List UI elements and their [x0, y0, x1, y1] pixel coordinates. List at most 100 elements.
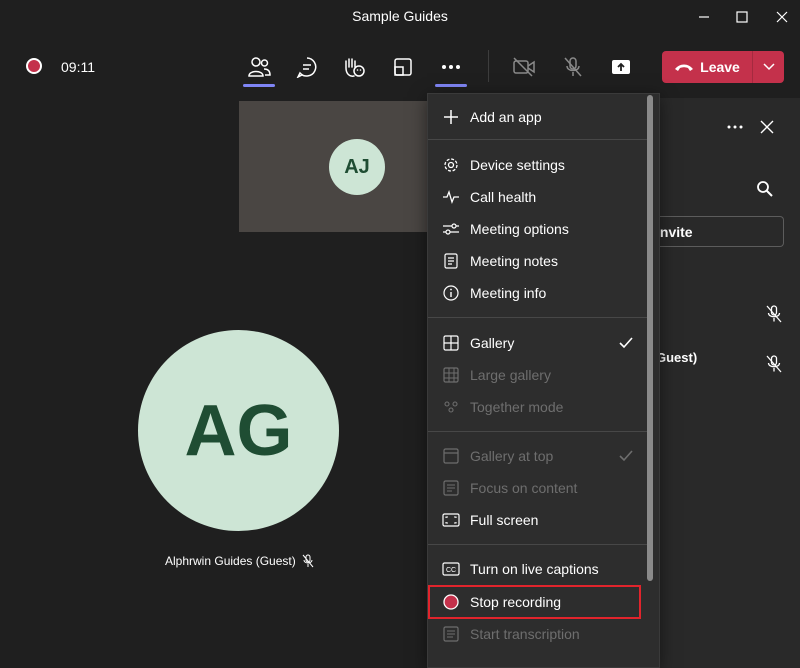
participant-name-label: Alphrwin Guides (Guest)	[165, 554, 314, 568]
mic-off-icon	[564, 57, 582, 77]
participant-muted-icon	[766, 355, 782, 373]
camera-off-icon	[513, 57, 535, 77]
leave-options-button[interactable]	[753, 51, 784, 83]
menu-item-add-app[interactable]: Add an app	[428, 102, 648, 132]
chat-icon	[296, 57, 317, 78]
menu-label: Large gallery	[470, 367, 551, 383]
rooms-button[interactable]	[387, 51, 419, 83]
avatar-ag: AG	[138, 330, 339, 531]
large-gallery-icon	[442, 366, 460, 384]
menu-item-together-mode: Together mode	[428, 392, 648, 422]
menu-label: Call health	[470, 189, 537, 205]
menu-separator	[428, 431, 648, 432]
menu-label: Device settings	[470, 157, 565, 173]
panel-search-button[interactable]	[756, 180, 776, 200]
raise-hand-icon	[345, 58, 365, 77]
chat-button[interactable]	[291, 51, 323, 83]
hang-up-icon	[675, 64, 694, 71]
menu-item-gallery[interactable]: Gallery	[428, 328, 648, 358]
menu-label: Start transcription	[470, 626, 580, 642]
title-bar: Sample Guides	[0, 0, 800, 34]
menu-item-large-gallery: Large gallery	[428, 360, 648, 390]
close-window-button[interactable]	[764, 0, 800, 34]
menu-separator	[428, 544, 648, 545]
camera-toggle-button[interactable]	[508, 51, 540, 83]
checkmark-icon	[619, 337, 633, 349]
menu-label: Gallery	[470, 335, 515, 351]
menu-separator	[428, 317, 648, 318]
menu-item-meeting-options[interactable]: Meeting options	[428, 214, 648, 244]
menu-item-meeting-notes[interactable]: Meeting notes	[428, 246, 648, 276]
menu-label: Turn on live captions	[470, 561, 599, 577]
menu-label: Meeting notes	[470, 253, 558, 269]
menu-item-full-screen[interactable]: Full screen	[428, 505, 648, 535]
maximize-icon	[736, 11, 748, 23]
full-screen-icon	[442, 511, 460, 529]
share-tray-icon	[612, 60, 630, 74]
close-icon	[776, 11, 788, 23]
more-icon	[442, 65, 460, 69]
search-icon	[757, 181, 773, 197]
annotation-highlight-box	[428, 585, 641, 619]
minimize-icon	[699, 16, 709, 18]
focus-content-icon	[442, 479, 460, 497]
closed-captions-icon: CC	[442, 560, 460, 578]
close-icon	[760, 120, 774, 134]
leave-button[interactable]: Leave	[662, 51, 752, 83]
reactions-button[interactable]	[338, 51, 370, 83]
participant-name-fragment: Guest)	[656, 350, 698, 365]
gear-icon	[442, 156, 460, 174]
call-timer: 09:11	[61, 59, 95, 75]
menu-item-call-health[interactable]: Call health	[428, 182, 648, 212]
panel-more-button[interactable]	[724, 116, 746, 138]
menu-separator	[428, 139, 648, 140]
sliders-icon	[442, 220, 460, 238]
participants-panel	[640, 98, 800, 668]
people-button[interactable]	[243, 51, 275, 87]
menu-label: Add an app	[470, 109, 542, 125]
menu-item-meeting-info[interactable]: Meeting info	[428, 278, 648, 308]
gallery-top-icon	[442, 447, 460, 465]
checkmark-icon	[619, 450, 633, 462]
people-icon	[248, 57, 271, 77]
menu-scrollbar[interactable]	[647, 95, 653, 581]
notes-icon	[442, 252, 460, 270]
window-title: Sample Guides	[352, 8, 448, 24]
muted-mic-icon	[302, 554, 314, 568]
menu-label: Together mode	[470, 399, 564, 415]
leave-button-group: Leave	[662, 51, 784, 83]
menu-label: Meeting info	[470, 285, 547, 301]
breakout-rooms-icon	[394, 58, 412, 76]
mic-toggle-button[interactable]	[557, 51, 589, 83]
menu-label: Gallery at top	[470, 448, 554, 464]
menu-item-live-captions[interactable]: CC Turn on live captions	[428, 554, 648, 584]
svg-text:CC: CC	[446, 567, 456, 574]
recording-indicator-icon	[26, 58, 42, 74]
menu-item-focus-on-content: Focus on content	[428, 473, 648, 503]
panel-close-button[interactable]	[756, 116, 778, 138]
participant-name: Alphrwin Guides (Guest)	[165, 554, 296, 568]
leave-label: Leave	[700, 59, 740, 75]
more-icon	[727, 125, 743, 129]
pulse-icon	[442, 188, 460, 206]
menu-label: Full screen	[470, 512, 539, 528]
menu-item-start-transcription: Start transcription	[428, 619, 648, 649]
info-icon	[442, 284, 460, 302]
share-button[interactable]	[605, 51, 637, 83]
minimize-button[interactable]	[686, 0, 722, 34]
together-mode-icon	[442, 398, 460, 416]
plus-icon	[442, 108, 460, 126]
toolbar-separator	[488, 50, 489, 82]
maximize-button[interactable]	[724, 0, 760, 34]
more-actions-button[interactable]	[435, 51, 467, 87]
participant-muted-icon	[766, 305, 782, 323]
invite-button[interactable]: invite	[640, 216, 784, 247]
avatar-aj: AJ	[329, 139, 385, 195]
chevron-down-icon	[762, 63, 775, 71]
menu-item-gallery-at-top: Gallery at top	[428, 441, 648, 471]
menu-item-device-settings[interactable]: Device settings	[428, 150, 648, 180]
gallery-grid-icon	[442, 334, 460, 352]
menu-label: Focus on content	[470, 480, 578, 496]
menu-label: Meeting options	[470, 221, 569, 237]
transcription-icon	[442, 625, 460, 643]
